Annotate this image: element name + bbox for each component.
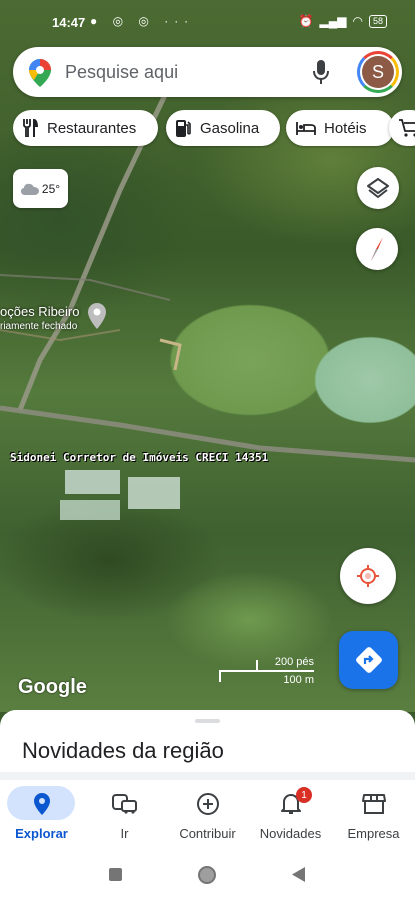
scale-tick bbox=[219, 670, 221, 682]
fork-knife-icon bbox=[23, 119, 38, 137]
temperature: 25° bbox=[41, 181, 61, 196]
gas-pump-icon bbox=[176, 120, 191, 137]
map-roads bbox=[0, 93, 415, 520]
nav-label: Contribuir bbox=[179, 826, 236, 841]
maps-logo-icon bbox=[29, 59, 51, 92]
scale-metric: 100 m bbox=[283, 674, 314, 686]
store-icon bbox=[361, 794, 386, 814]
nav-novidades[interactable]: 1 Novidades bbox=[249, 780, 332, 850]
bed-icon bbox=[296, 122, 316, 135]
system-navigation-bar bbox=[0, 850, 415, 900]
place-name: oções Ribeiro bbox=[0, 304, 80, 319]
nav-ir[interactable]: Ir bbox=[83, 780, 166, 850]
weather-widget[interactable]: 25° bbox=[13, 169, 68, 208]
search-bar[interactable]: Pesquise aqui S bbox=[13, 47, 402, 97]
signal-icon: ▂▄▆ bbox=[319, 14, 347, 28]
status-time: 14:47 bbox=[52, 15, 86, 30]
avatar[interactable]: S bbox=[357, 51, 399, 93]
satellite-map[interactable]: oções Ribeiro riamente fechado Sidonei C… bbox=[0, 0, 415, 712]
layers-button[interactable] bbox=[357, 167, 399, 209]
place-status: riamente fechado bbox=[0, 321, 78, 332]
nav-label: Ir bbox=[120, 826, 129, 841]
directions-icon bbox=[355, 647, 382, 673]
bottom-nav: Explorar Ir Contribuir 1 Novidades Empre… bbox=[0, 780, 415, 850]
chip-restaurantes[interactable]: Restaurantes bbox=[13, 110, 158, 146]
chip-shopping[interactable] bbox=[389, 110, 415, 146]
avatar-initial: S bbox=[362, 56, 394, 88]
nav-explorar[interactable]: Explorar bbox=[0, 780, 83, 850]
wifi-icon: ◠ bbox=[352, 14, 363, 28]
scale-line bbox=[219, 670, 314, 672]
sheet-drag-handle[interactable] bbox=[195, 719, 220, 723]
chip-label: Hotéis bbox=[324, 119, 367, 137]
chip-gasolina[interactable]: Gasolina bbox=[166, 110, 280, 146]
back-icon[interactable] bbox=[292, 867, 305, 882]
place-pin-icon[interactable] bbox=[88, 303, 106, 334]
nav-empresa[interactable]: Empresa bbox=[332, 780, 415, 850]
nav-label: Empresa bbox=[347, 826, 400, 841]
bottom-sheet[interactable]: Novidades da região bbox=[0, 710, 415, 780]
scale-bar: 200 pés 100 m bbox=[219, 656, 316, 686]
notification-icons: ● ◎ ◎ ··· bbox=[90, 14, 195, 28]
chip-label: Gasolina bbox=[200, 119, 260, 137]
location-target-icon bbox=[357, 565, 379, 587]
layers-icon bbox=[367, 178, 389, 198]
commute-icon bbox=[111, 794, 137, 814]
chip-hoteis[interactable]: Hotéis bbox=[286, 110, 394, 146]
status-bar: 14:47 ● ◎ ◎ ··· ⏰ ▂▄▆ ◠ 58 bbox=[0, 0, 415, 44]
alarm-icon: ⏰ bbox=[298, 14, 314, 28]
compass-button[interactable] bbox=[356, 228, 398, 270]
home-icon[interactable] bbox=[198, 866, 216, 884]
pin-icon bbox=[33, 793, 50, 815]
add-circle-icon bbox=[196, 793, 219, 815]
recents-icon[interactable] bbox=[109, 868, 122, 881]
category-chips: Restaurantes Gasolina Hotéis bbox=[13, 110, 415, 148]
directions-button[interactable] bbox=[339, 631, 398, 689]
chip-label: Restaurantes bbox=[47, 119, 137, 137]
search-input[interactable]: Pesquise aqui bbox=[65, 62, 178, 83]
watermark-text: Sidonei Corretor de Imóveis CRECI 14351 bbox=[10, 451, 269, 464]
google-logo: Google bbox=[18, 676, 87, 698]
my-location-button[interactable] bbox=[340, 548, 396, 604]
cloud-icon bbox=[20, 183, 39, 195]
system-icons: ⏰ ▂▄▆ ◠ 58 bbox=[299, 14, 387, 28]
sheet-title: Novidades da região bbox=[22, 738, 224, 763]
cart-icon bbox=[399, 119, 415, 137]
compass-icon bbox=[371, 237, 383, 261]
nav-label: Novidades bbox=[259, 826, 322, 841]
divider bbox=[0, 772, 415, 780]
scale-imperial: 200 pés bbox=[274, 656, 314, 668]
place-label[interactable]: oções Ribeiro riamente fechado bbox=[0, 304, 80, 334]
notification-badge: 1 bbox=[296, 787, 312, 803]
battery-icon: 58 bbox=[368, 14, 387, 28]
nav-contribuir[interactable]: Contribuir bbox=[166, 780, 249, 850]
nav-label: Explorar bbox=[15, 826, 68, 841]
mic-icon[interactable] bbox=[313, 60, 329, 89]
